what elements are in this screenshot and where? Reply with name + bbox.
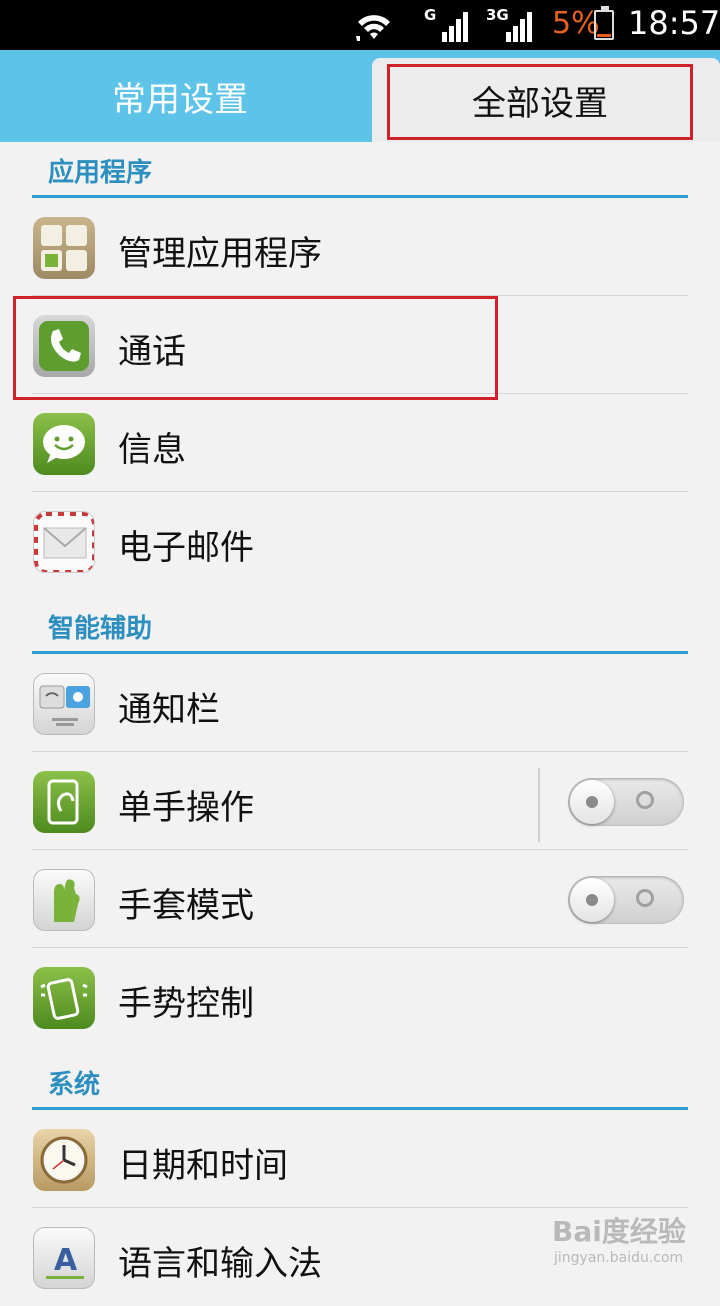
- row-label: 信息: [118, 430, 186, 470]
- list-item-notification-bar[interactable]: 通知栏: [0, 656, 720, 752]
- baidu-watermark-url: jingyan.baidu.com: [554, 1250, 684, 1266]
- row-label: 管理应用程序: [118, 234, 322, 274]
- section-header-apps: 应用程序: [48, 158, 153, 188]
- clock-icon: [33, 1129, 95, 1191]
- list-item-calls[interactable]: 通话: [0, 298, 720, 394]
- row-label: 单手操作: [118, 788, 254, 828]
- row-label: 电子邮件: [118, 528, 254, 568]
- list-item-manage-apps[interactable]: 管理应用程序: [0, 200, 720, 296]
- phone-icon: [33, 315, 95, 377]
- section-header-system: 系统: [48, 1070, 101, 1100]
- row-label: 日期和时间: [118, 1146, 288, 1186]
- mail-icon: [33, 511, 95, 573]
- row-label: 语言和输入法: [118, 1244, 322, 1284]
- message-icon: [33, 413, 95, 475]
- list-item-glove-mode[interactable]: 手套模式: [0, 852, 720, 948]
- section-header-smart-assist: 智能辅助: [48, 614, 153, 644]
- one-hand-toggle[interactable]: [568, 778, 684, 826]
- section-divider: [32, 1107, 688, 1110]
- battery-low-icon: [594, 6, 614, 40]
- section-divider: [32, 651, 688, 654]
- notification-bar-icon: [33, 673, 95, 735]
- apps-grid-icon: [33, 217, 95, 279]
- row-label: 通话: [118, 332, 186, 372]
- svg-text:A: A: [54, 1243, 78, 1278]
- clock-time: 18:57: [628, 4, 720, 42]
- list-item-one-hand[interactable]: 单手操作: [0, 754, 720, 850]
- network-type-1: G: [424, 6, 437, 24]
- row-label: 手套模式: [118, 886, 254, 926]
- list-item-date-time[interactable]: 日期和时间: [0, 1112, 720, 1208]
- wifi-icon: [356, 15, 390, 41]
- glove-icon: [33, 869, 95, 931]
- signal-3g-icon: [506, 12, 532, 42]
- battery-percent: 5%: [552, 6, 600, 41]
- one-hand-icon: [33, 771, 95, 833]
- status-bar: G 3G 5% 18:57: [0, 0, 720, 50]
- signal-icon: [442, 12, 468, 42]
- tab-common-settings[interactable]: 常用设置: [0, 50, 360, 142]
- tab-all-settings[interactable]: 全部设置: [372, 58, 720, 142]
- gesture-icon: [33, 967, 95, 1029]
- glove-mode-toggle[interactable]: [568, 876, 684, 924]
- baidu-watermark: Bai度经验: [552, 1215, 686, 1248]
- settings-tab-bar: 常用设置 全部设置: [0, 50, 720, 142]
- row-label: 通知栏: [118, 690, 220, 730]
- list-item-messages[interactable]: 信息: [0, 396, 720, 492]
- section-divider: [32, 195, 688, 198]
- list-item-gesture-control[interactable]: 手势控制: [0, 950, 720, 1046]
- row-label: 手势控制: [118, 984, 254, 1024]
- list-item-email[interactable]: 电子邮件: [0, 494, 720, 590]
